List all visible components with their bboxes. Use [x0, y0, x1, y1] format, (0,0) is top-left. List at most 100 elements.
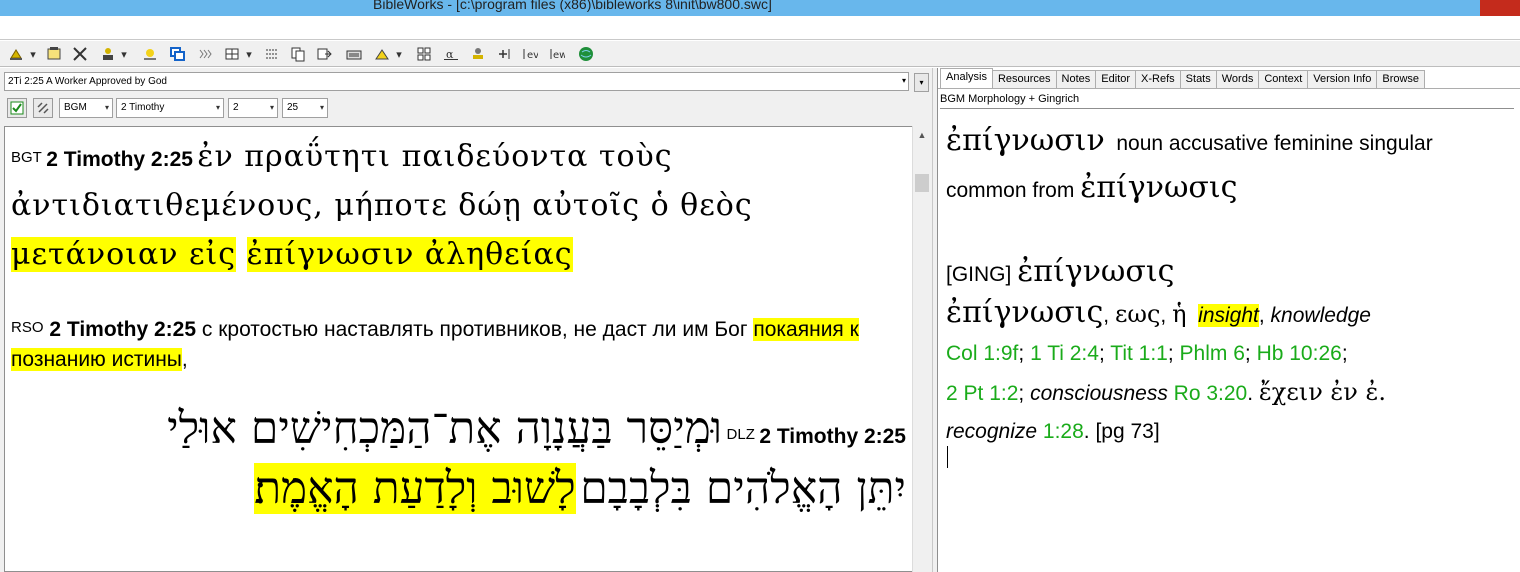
window-title: BibleWorks - [c:\program files (x86)\bib… — [373, 0, 772, 12]
map-icon[interactable] — [372, 45, 392, 63]
chevron-down-icon: ▾ — [269, 103, 274, 112]
verse-combo[interactable]: 25 ▾ — [282, 98, 328, 118]
version-label: DLZ — [726, 426, 755, 443]
tab-browse[interactable]: Browse — [1376, 70, 1426, 88]
ew-icon[interactable]: ew — [547, 45, 567, 63]
verse-text-tail: , — [181, 348, 188, 371]
vertical-scrollbar[interactable]: ▲ — [912, 126, 930, 572]
verse-text[interactable]: יִתֵּן הָאֱלֹהִים בִּלְבָבָם — [580, 463, 906, 514]
lamp-icon[interactable] — [140, 45, 160, 63]
main-toolbar: ▾ ▾ ▾ ▾ α ev ew — [0, 41, 1520, 67]
verse-reference[interactable]: 2 Timothy 2:25 — [759, 425, 906, 448]
verse-text[interactable]: с кротостью наставлять противников, не д… — [202, 318, 748, 341]
chevron-down-icon[interactable]: ▾ — [28, 45, 38, 63]
punctuation: ; — [1098, 342, 1105, 365]
chevron-down-icon[interactable]: ▾ — [244, 45, 254, 63]
version-combo[interactable]: BGM ▾ — [59, 98, 113, 118]
punctuation: ; — [1018, 342, 1025, 365]
scripture-link[interactable]: Col 1:9f — [946, 342, 1018, 365]
globe-icon[interactable] — [576, 45, 596, 63]
chevron-down-icon[interactable]: ▾ — [902, 76, 906, 85]
book-combo[interactable]: 2 Timothy ▾ — [116, 98, 224, 118]
scripture-link[interactable]: Phlm 6 — [1180, 342, 1245, 365]
verse-menu-dropdown[interactable]: ▾ — [914, 73, 929, 92]
morphology-entry: ἐπίγνωσιν noun accusative feminine singu… — [946, 119, 1508, 213]
tab-version-info[interactable]: Version Info — [1307, 70, 1378, 88]
lexicon-lemma: ἐπίγνωσις — [1017, 254, 1175, 289]
tab-notes[interactable]: Notes — [1055, 70, 1097, 88]
greek-phrase: ἔχειν ἐν ἐ. — [1258, 378, 1387, 406]
chevron-down-icon: ▾ — [919, 78, 924, 87]
tools-icon[interactable] — [44, 45, 64, 63]
analysis-pane: Analysis Resources Notes Editor X-Refs S… — [938, 68, 1520, 572]
scripture-link[interactable]: 1 Ti 2:4 — [1030, 342, 1099, 365]
export-icon[interactable] — [314, 45, 334, 63]
tab-stats[interactable]: Stats — [1179, 70, 1217, 88]
search-icon[interactable] — [5, 45, 27, 63]
genitive-ending: εως — [1114, 300, 1161, 328]
scripture-link[interactable]: Hb 10:26 — [1257, 342, 1342, 365]
scrollbar-thumb[interactable] — [915, 174, 929, 192]
tab-context[interactable]: Context — [1258, 70, 1309, 88]
ev-icon[interactable]: ev — [520, 45, 540, 63]
copy-icon[interactable] — [288, 45, 308, 63]
highlighted-gloss: insight — [1198, 304, 1259, 327]
svg-text:ew: ew — [553, 50, 565, 61]
tab-words[interactable]: Words — [1215, 70, 1260, 88]
tab-divider — [938, 88, 1520, 89]
settings-icon[interactable] — [70, 45, 90, 63]
layout-icon[interactable] — [414, 45, 434, 63]
tab-resources[interactable]: Resources — [991, 70, 1057, 88]
text-caret — [947, 446, 948, 468]
person-icon[interactable] — [468, 45, 488, 63]
punctuation: . — [1247, 382, 1254, 405]
gloss: knowledge — [1270, 304, 1371, 327]
verse-combo-value: 25 — [287, 102, 299, 113]
version-label: RSO — [11, 319, 44, 336]
add-icon[interactable] — [494, 45, 514, 63]
punctuation: ; — [1018, 382, 1025, 405]
lemma[interactable]: ἐπίγνωσις — [1080, 170, 1237, 205]
parsed-word[interactable]: ἐπίγνωσιν — [946, 123, 1105, 158]
user-icon[interactable] — [98, 45, 118, 63]
verse-title-field[interactable]: 2Ti 2:25 A Worker Approved by God ▾ — [4, 72, 909, 91]
chevron-down-icon[interactable]: ▾ — [119, 45, 129, 63]
book-combo-value: 2 Timothy — [121, 102, 165, 113]
window-controls[interactable] — [1420, 0, 1480, 16]
keyboard-icon[interactable] — [344, 45, 364, 63]
chapter-combo[interactable]: 2 ▾ — [228, 98, 278, 118]
page-reference: . [pg 73] — [1083, 420, 1160, 443]
highlighted-text[interactable]: ἐπίγνωσιν ἀληθείας — [246, 237, 573, 272]
tab-x-refs[interactable]: X-Refs — [1135, 70, 1181, 88]
dlz-verse-line-2: יִתֵּן הָאֱלֹהִים בִּלְבָבָם לָשׁוּב וְל… — [254, 463, 906, 514]
chevron-down-icon[interactable]: ▾ — [394, 45, 404, 63]
verse-reference[interactable]: 2 Timothy 2:25 — [46, 148, 193, 171]
list-icon[interactable] — [262, 45, 282, 63]
verse-text[interactable]: וּמְיַסֵּר בַּעֲנָוָה אֶת־הַמַּכְחִישִׁי… — [167, 403, 722, 454]
scripture-link[interactable]: 2 Pt 1:2 — [946, 382, 1018, 405]
alpha-icon[interactable]: α — [441, 45, 461, 63]
tab-editor[interactable]: Editor — [1095, 70, 1137, 88]
bible-text-pane: 2Ti 2:25 A Worker Approved by God ▾ ▾ BG… — [0, 68, 932, 572]
menu-band — [0, 16, 1520, 40]
scripture-link[interactable]: Tit 1:1 — [1110, 342, 1168, 365]
close-button[interactable] — [1480, 0, 1520, 16]
browse-window[interactable]: BGT 2 Timothy 2:25 ἐν πραΰτητι παιδεύοντ… — [4, 126, 912, 572]
link-toggle-button[interactable] — [33, 98, 53, 118]
window-icon[interactable] — [167, 45, 187, 63]
dlz-verse-line-1: וּמְיַסֵּר בַּעֲנָוָה אֶת־הַמַּכְחִישִׁי… — [167, 403, 906, 454]
columns-icon[interactable] — [195, 45, 215, 63]
tab-analysis[interactable]: Analysis — [940, 68, 993, 88]
highlighted-text[interactable]: לָשׁוּב וְלָדַעַת הָאֱמֶת׃ — [254, 463, 576, 514]
grid-icon[interactable] — [222, 45, 242, 63]
chapter-combo-value: 2 — [233, 102, 239, 113]
highlighted-text[interactable]: μετάνοιαν εἰς — [11, 237, 237, 272]
analysis-caption: BGM Morphology + Gingrich — [940, 93, 1080, 105]
scripture-link[interactable]: 1:28 — [1043, 420, 1084, 443]
scripture-link[interactable]: Ro 3:20 — [1174, 382, 1248, 405]
bgt-verse: BGT 2 Timothy 2:25 ἐν πραΰτητι παιδεύοντ… — [11, 135, 901, 282]
checkbox-toggle-button[interactable] — [7, 98, 27, 118]
chevron-up-icon[interactable]: ▲ — [913, 126, 931, 143]
verse-reference[interactable]: 2 Timothy 2:25 — [49, 318, 196, 341]
rso-verse: RSO 2 Timothy 2:25 с кротостью наставлят… — [11, 313, 901, 375]
